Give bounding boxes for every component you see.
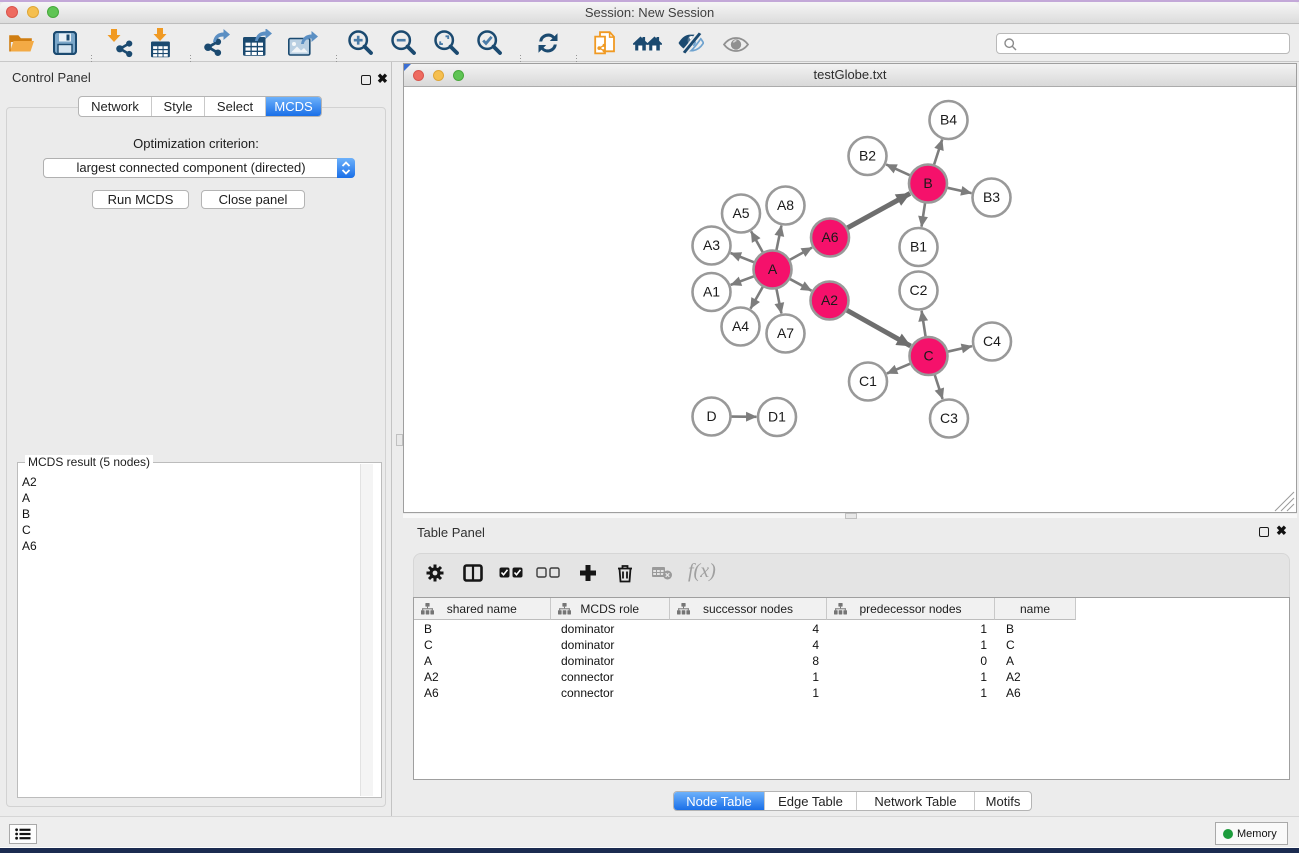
svg-text:A6: A6 bbox=[821, 229, 838, 245]
svg-text:A1: A1 bbox=[703, 284, 720, 300]
svg-text:C2: C2 bbox=[910, 282, 928, 298]
svg-text:A7: A7 bbox=[777, 325, 794, 341]
svg-text:A2: A2 bbox=[821, 292, 838, 308]
svg-text:D: D bbox=[706, 408, 716, 424]
svg-text:A3: A3 bbox=[703, 237, 720, 253]
svg-text:A5: A5 bbox=[732, 205, 749, 221]
svg-text:C: C bbox=[923, 348, 933, 364]
svg-text:C3: C3 bbox=[940, 410, 958, 426]
svg-text:D1: D1 bbox=[768, 409, 786, 425]
svg-text:B3: B3 bbox=[983, 189, 1000, 205]
svg-text:B: B bbox=[923, 175, 932, 191]
svg-text:A: A bbox=[768, 261, 778, 277]
svg-text:C4: C4 bbox=[983, 333, 1001, 349]
svg-text:B2: B2 bbox=[859, 148, 876, 164]
svg-text:B1: B1 bbox=[910, 239, 927, 255]
svg-text:A8: A8 bbox=[777, 197, 794, 213]
svg-text:A4: A4 bbox=[732, 318, 749, 334]
svg-text:B4: B4 bbox=[940, 112, 957, 128]
svg-text:C1: C1 bbox=[859, 373, 877, 389]
